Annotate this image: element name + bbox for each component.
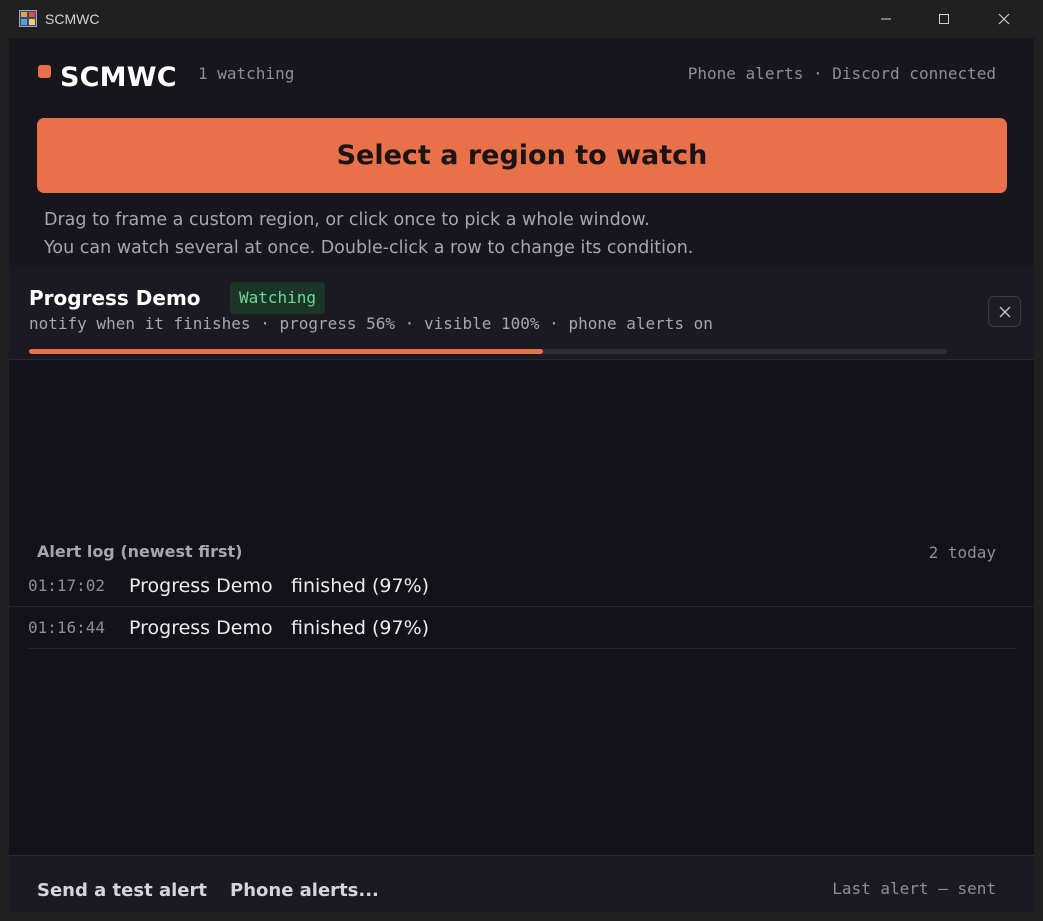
watch-row[interactable]: Progress Demo Watching notify when it fi… — [9, 265, 1034, 360]
send-test-alert-button[interactable]: Send a test alert — [37, 880, 207, 901]
header-panel: SCMWC 1 watching Phone alerts · Discord … — [9, 38, 1034, 265]
log-time: 01:17:02 — [28, 576, 106, 595]
window-title: SCMWC — [45, 11, 100, 27]
phone-alerts-button[interactable]: Phone alerts... — [230, 880, 379, 901]
maximize-icon — [939, 14, 949, 24]
watch-meta: notify when it finishes · progress 56% ·… — [29, 314, 713, 333]
maximize-button[interactable] — [915, 0, 973, 38]
select-region-button[interactable]: Select a region to watch — [37, 118, 1007, 193]
help-text-line-1: Drag to frame a custom region, or click … — [44, 210, 650, 230]
last-alert-status: Last alert — sent — [832, 879, 996, 898]
close-window-button[interactable] — [975, 0, 1033, 38]
progress-fill — [29, 349, 544, 354]
connection-status: Phone alerts · Discord connected — [687, 64, 996, 83]
log-time: 01:16:44 — [28, 618, 106, 637]
log-watch-name: Progress Demo — [129, 617, 273, 639]
status-badge: Watching — [230, 282, 326, 314]
alert-log-count: 2 today — [928, 543, 996, 562]
log-message: finished (97%) — [291, 575, 430, 597]
minimize-icon — [881, 18, 891, 20]
watch-name: Progress Demo — [29, 286, 201, 310]
alert-log-list: 01:17:02 Progress Demo finished (97%) 01… — [9, 565, 1034, 649]
watching-count: 1 watching — [198, 64, 295, 83]
app-logo-text: SCMWC — [60, 62, 177, 93]
app-icon — [19, 10, 37, 27]
log-watch-name: Progress Demo — [129, 575, 273, 597]
progress-track — [29, 349, 947, 354]
log-message: finished (97%) — [291, 617, 430, 639]
app-client: SCMWC 1 watching Phone alerts · Discord … — [9, 38, 1034, 912]
close-icon — [999, 306, 1010, 317]
list-item: 01:17:02 Progress Demo finished (97%) — [9, 565, 1034, 607]
close-icon — [998, 13, 1010, 25]
alert-log-title: Alert log (newest first) — [37, 542, 243, 561]
help-text-line-2: You can watch several at once. Double-cl… — [44, 238, 694, 258]
list-item: 01:16:44 Progress Demo finished (97%) — [28, 607, 1016, 649]
minimize-button[interactable] — [857, 0, 915, 38]
logo-dot-icon — [38, 65, 51, 78]
title-bar: SCMWC — [0, 0, 1043, 38]
footer-bar: Send a test alert Phone alerts... Last a… — [9, 855, 1034, 912]
remove-watch-button[interactable] — [988, 296, 1021, 327]
